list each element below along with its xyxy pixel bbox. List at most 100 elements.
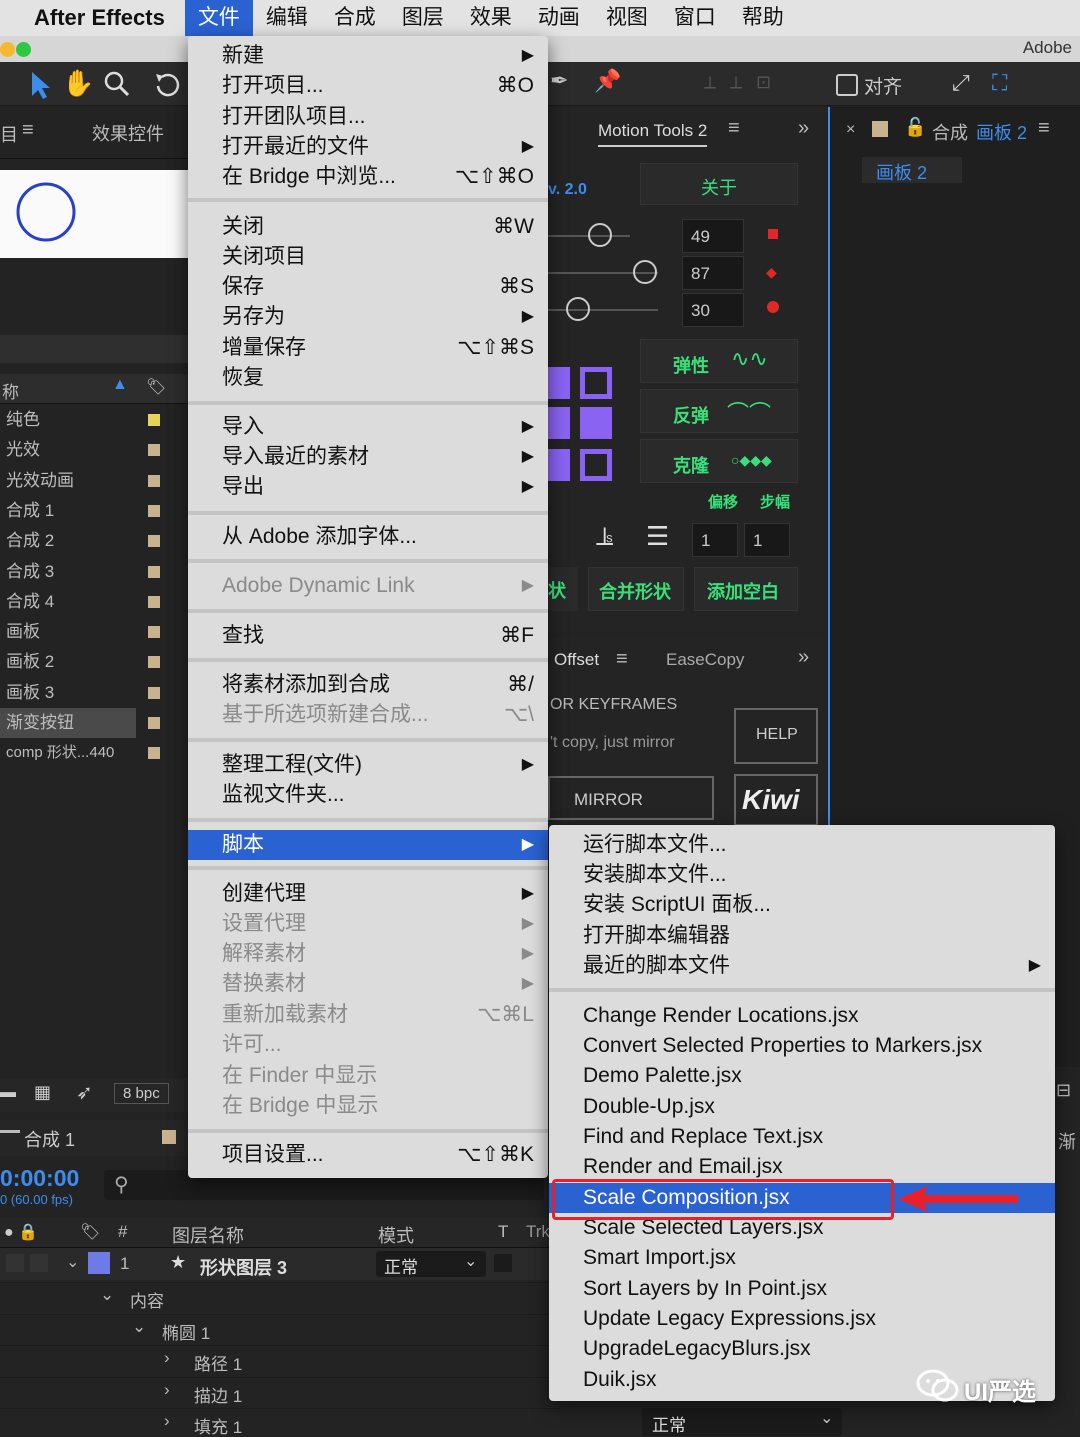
- menu-help[interactable]: 帮助: [729, 0, 797, 36]
- script-menu-item[interactable]: Render and Email.jsx: [549, 1152, 1055, 1182]
- label-color-swatch[interactable]: [148, 414, 160, 426]
- step-input[interactable]: 1: [744, 523, 790, 557]
- mode-header[interactable]: 模式: [378, 1222, 414, 1248]
- pin-tool-icon[interactable]: 📌: [594, 68, 624, 100]
- panel-overflow-icon[interactable]: »: [798, 646, 809, 669]
- file-menu-item[interactable]: 增量保存 ⌥⇧⌘S: [188, 333, 548, 363]
- script-menu-item[interactable]: Update Legacy Expressions.jsx: [549, 1304, 1055, 1334]
- script-menu-item[interactable]: Convert Selected Properties to Markers.j…: [549, 1031, 1055, 1061]
- property-row[interactable]: ⌄ 内容: [0, 1282, 560, 1312]
- name-column-header[interactable]: 称: [2, 378, 19, 403]
- diamond-marker-icon[interactable]: ◆: [766, 264, 777, 281]
- align-checkbox[interactable]: [836, 74, 858, 96]
- project-item[interactable]: comp 形状...440: [0, 738, 188, 768]
- offset-input[interactable]: 1: [692, 523, 738, 557]
- script-menu-item[interactable]: 安装脚本文件...: [549, 860, 1055, 890]
- menu-view[interactable]: 视图: [593, 0, 661, 36]
- about-button[interactable]: 关于: [640, 163, 798, 205]
- label-tag-icon[interactable]: 🏷: [146, 377, 166, 397]
- file-menu-item[interactable]: 打开团队项目...: [188, 102, 548, 132]
- script-menu-item[interactable]: Find and Replace Text.jsx: [549, 1122, 1055, 1152]
- project-item[interactable]: 画板 2: [0, 647, 188, 677]
- file-menu-item[interactable]: 保存 ⌘S: [188, 272, 548, 302]
- file-menu-item[interactable]: 在 Bridge 中浏览... ⌥⇧⌘O: [188, 162, 548, 192]
- clone-button[interactable]: 克隆 ○◆◆◆: [640, 439, 798, 483]
- offset-tab[interactable]: Offset: [554, 650, 599, 670]
- bottom-mode-select[interactable]: 正常 ⌄: [642, 1408, 842, 1436]
- script-menu-item[interactable]: Sort Layers by In Point.jsx: [549, 1274, 1055, 1304]
- menu-animation[interactable]: 动画: [525, 0, 593, 36]
- project-item[interactable]: 合成 2: [0, 526, 188, 556]
- label-color-swatch[interactable]: [148, 626, 160, 639]
- file-menu-item[interactable]: 导入最近的素材 ▶: [188, 442, 548, 472]
- zoom-tool-icon[interactable]: [102, 68, 132, 102]
- chevron-down-icon[interactable]: ⌄: [100, 1285, 114, 1305]
- chevron-down-icon[interactable]: ⌄: [132, 1317, 146, 1337]
- file-menu-item[interactable]: 关闭 ⌘W: [188, 212, 548, 242]
- file-menu-item[interactable]: 将素材添加到合成 ⌘/: [188, 670, 548, 700]
- panel-menu-icon[interactable]: ≡: [616, 648, 628, 671]
- slider-track-3[interactable]: [548, 309, 658, 311]
- project-item[interactable]: 合成 3: [0, 557, 188, 587]
- chevron-right-icon[interactable]: ›: [164, 1348, 170, 1368]
- label-column-icon[interactable]: 🏷: [80, 1222, 100, 1242]
- value-input-2[interactable]: 87: [682, 256, 744, 290]
- chevron-right-icon[interactable]: ›: [164, 1411, 170, 1431]
- project-item[interactable]: 画板: [0, 617, 188, 647]
- anchor-grid-cell[interactable]: [580, 407, 612, 439]
- puppet-tool-icon[interactable]: ✒: [550, 68, 580, 100]
- new-comp-icon[interactable]: ▦: [34, 1082, 51, 1103]
- label-color-swatch[interactable]: [148, 504, 160, 517]
- track-matte-toggle[interactable]: [494, 1254, 512, 1272]
- shape-button[interactable]: 状: [548, 567, 578, 611]
- label-color-swatch[interactable]: [148, 595, 160, 608]
- panel-menu-icon[interactable]: ≡: [1038, 117, 1050, 140]
- project-item[interactable]: 合成 4: [0, 587, 188, 617]
- script-menu-item[interactable]: 安装 ScriptUI 面板...: [549, 890, 1055, 920]
- project-item[interactable]: 合成 1: [0, 496, 188, 526]
- file-menu-item[interactable]: 脚本 ▶: [188, 830, 548, 860]
- merge-shapes-button[interactable]: 合并形状: [588, 567, 684, 611]
- effects-controls-tab[interactable]: 效果控件: [92, 120, 164, 146]
- layer-mode-select[interactable]: 正常 ⌄: [376, 1251, 486, 1277]
- menu-file[interactable]: 文件: [184, 0, 253, 36]
- menu-window[interactable]: 窗口: [661, 0, 729, 36]
- script-menu-item[interactable]: UpgradeLegacyBlurs.jsx: [549, 1334, 1055, 1364]
- stagger-icon[interactable]: ☰: [646, 521, 669, 552]
- menu-composition[interactable]: 合成: [321, 0, 389, 36]
- script-menu-item[interactable]: Demo Palette.jsx: [549, 1061, 1055, 1091]
- menu-edit[interactable]: 编辑: [253, 0, 321, 36]
- anchor-grid-cell[interactable]: [548, 449, 570, 481]
- anchor-grid-cell[interactable]: [548, 407, 570, 439]
- elastic-button[interactable]: 弹性 ∿∿: [640, 339, 798, 383]
- close-panel-icon[interactable]: ×: [846, 121, 855, 139]
- comp-panel-name[interactable]: 画板 2: [976, 119, 1027, 145]
- property-row[interactable]: › 路径 1: [0, 1345, 560, 1375]
- timecode-display[interactable]: 0:00:00: [0, 1165, 79, 1192]
- layer-name-header[interactable]: 图层名称: [172, 1222, 244, 1248]
- value-input-3[interactable]: 30: [682, 293, 744, 327]
- file-menu-item[interactable]: 基于所选项新建合成... ⌥\: [188, 700, 548, 730]
- property-row[interactable]: › 填充 1: [0, 1408, 560, 1437]
- panel-overflow-icon[interactable]: »: [798, 117, 809, 140]
- file-menu-item[interactable]: 导入 ▶: [188, 412, 548, 442]
- file-menu-item[interactable]: 监视文件夹...: [188, 780, 548, 810]
- file-menu-item[interactable]: 导出 ▶: [188, 472, 548, 502]
- selection-tool-icon[interactable]: [22, 68, 56, 102]
- panel-menu-icon[interactable]: ≡: [22, 119, 34, 142]
- menu-effect[interactable]: 效果: [457, 0, 525, 36]
- file-menu-item[interactable]: 创建代理 ▶: [188, 879, 548, 909]
- property-row[interactable]: › 描边 1: [0, 1376, 560, 1407]
- file-menu-item[interactable]: 打开项目... ⌘O: [188, 71, 548, 101]
- folder-icon[interactable]: ▬: [0, 1084, 16, 1102]
- snap-icon[interactable]: ⤢: [952, 70, 978, 98]
- hand-tool-icon[interactable]: ✋: [62, 68, 94, 102]
- circle-marker-icon[interactable]: [767, 301, 779, 313]
- file-menu-item[interactable]: Adobe Dynamic Link ▶: [188, 571, 548, 601]
- slider-handle-3[interactable]: [566, 297, 590, 321]
- lock-icon[interactable]: 🔓: [904, 117, 926, 138]
- rotate-tool-icon[interactable]: [150, 68, 184, 102]
- property-row[interactable]: ⌄ 椭圆 1: [0, 1313, 560, 1344]
- file-menu-item[interactable]: 许可...: [188, 1030, 548, 1060]
- audio-toggle[interactable]: [30, 1254, 48, 1272]
